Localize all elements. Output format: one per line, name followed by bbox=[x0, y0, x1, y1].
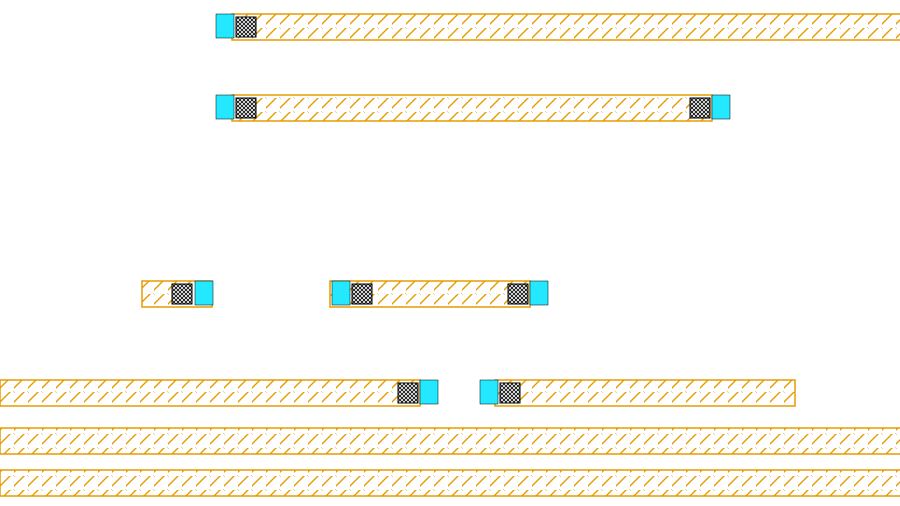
metal-bar-bar7 bbox=[0, 428, 900, 454]
contact-7 bbox=[500, 383, 520, 403]
contact-5 bbox=[508, 284, 528, 304]
metal-bar-bar8 bbox=[0, 470, 900, 496]
contact-2 bbox=[690, 98, 710, 118]
metal-bar-bar6 bbox=[495, 380, 795, 406]
via-5 bbox=[530, 281, 548, 305]
contact-6 bbox=[398, 383, 418, 403]
via-3 bbox=[195, 281, 213, 305]
vias-layer bbox=[195, 14, 730, 404]
via-4 bbox=[332, 281, 350, 305]
metal-bar-bar5 bbox=[0, 380, 420, 406]
via-0 bbox=[216, 14, 234, 38]
contact-0 bbox=[236, 17, 256, 37]
contact-1 bbox=[236, 98, 256, 118]
contact-4 bbox=[352, 284, 372, 304]
contacts-layer bbox=[172, 17, 710, 403]
via-7 bbox=[480, 380, 498, 404]
via-1 bbox=[216, 95, 234, 119]
via-2 bbox=[712, 95, 730, 119]
metal-bar-bar1 bbox=[232, 14, 900, 40]
metal-bars-layer bbox=[0, 14, 900, 496]
metal-bar-bar2 bbox=[232, 95, 712, 121]
layout-canvas bbox=[0, 0, 900, 506]
contact-3 bbox=[172, 284, 192, 304]
via-6 bbox=[420, 380, 438, 404]
